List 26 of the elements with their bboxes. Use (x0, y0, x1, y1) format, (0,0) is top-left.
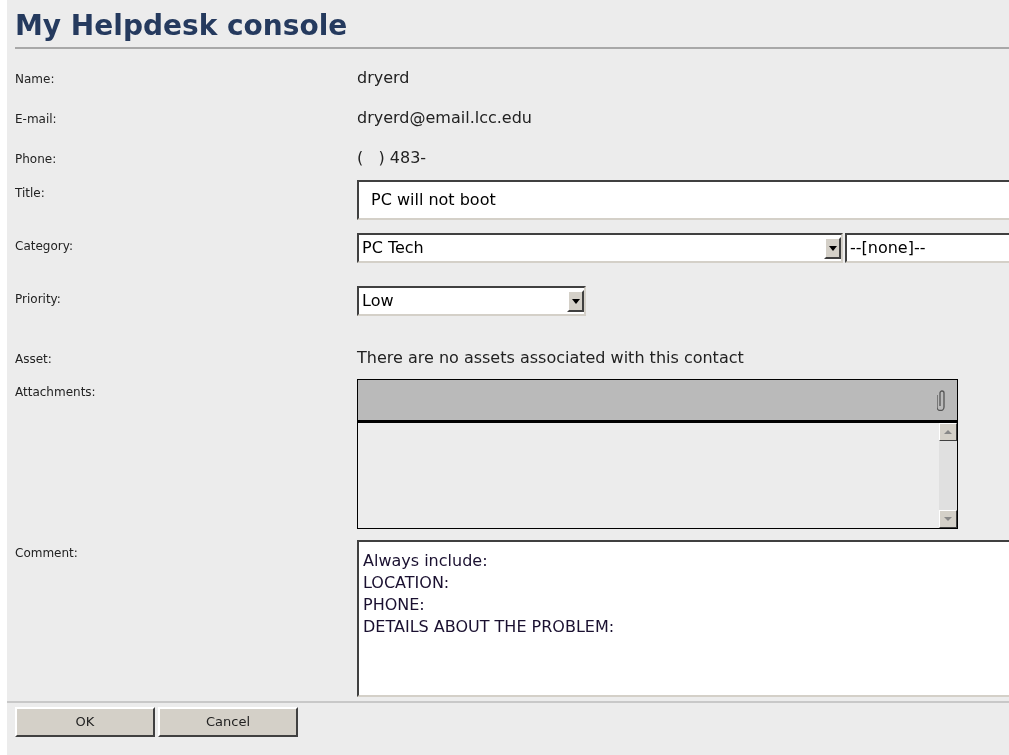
field-label: Asset: (15, 352, 52, 366)
field-value: dryerd (357, 68, 410, 87)
dropdown-button[interactable] (824, 237, 841, 259)
field-label: Comment: (15, 546, 78, 560)
field-label: Category: (15, 239, 73, 253)
caret-icon (828, 245, 837, 251)
dropdown-button[interactable] (567, 290, 584, 312)
field-label: Priority: (15, 292, 61, 306)
field-label: Phone: (15, 152, 57, 166)
field-label: Attachments: (15, 385, 96, 399)
field-value: There are no assets associated with this contact (357, 348, 744, 367)
page-title: My Helpdesk console (14, 8, 348, 44)
select-field[interactable]: --[none]-- (845, 233, 1009, 263)
field-label: Name: (15, 72, 55, 86)
field-label: E-mail: (15, 112, 57, 126)
field-value: dryerd@email.lcc.edu (357, 108, 532, 127)
select-field[interactable]: Low (357, 286, 586, 316)
paperclip-icon (937, 389, 947, 411)
field-label: Title: (15, 186, 45, 200)
field-value: ( ) 483- (357, 148, 427, 167)
select-field[interactable]: PC Tech (357, 233, 843, 263)
comment-field[interactable]: Always include: LOCATION: PHONE: DETAILS ABOUT THE PROBLEM: (357, 540, 1009, 697)
dialog-button[interactable]: Cancel (158, 707, 298, 737)
title-input[interactable]: PC will not boot (357, 180, 1009, 220)
caret-icon (571, 298, 580, 304)
dialog-button[interactable]: OK (15, 707, 155, 737)
